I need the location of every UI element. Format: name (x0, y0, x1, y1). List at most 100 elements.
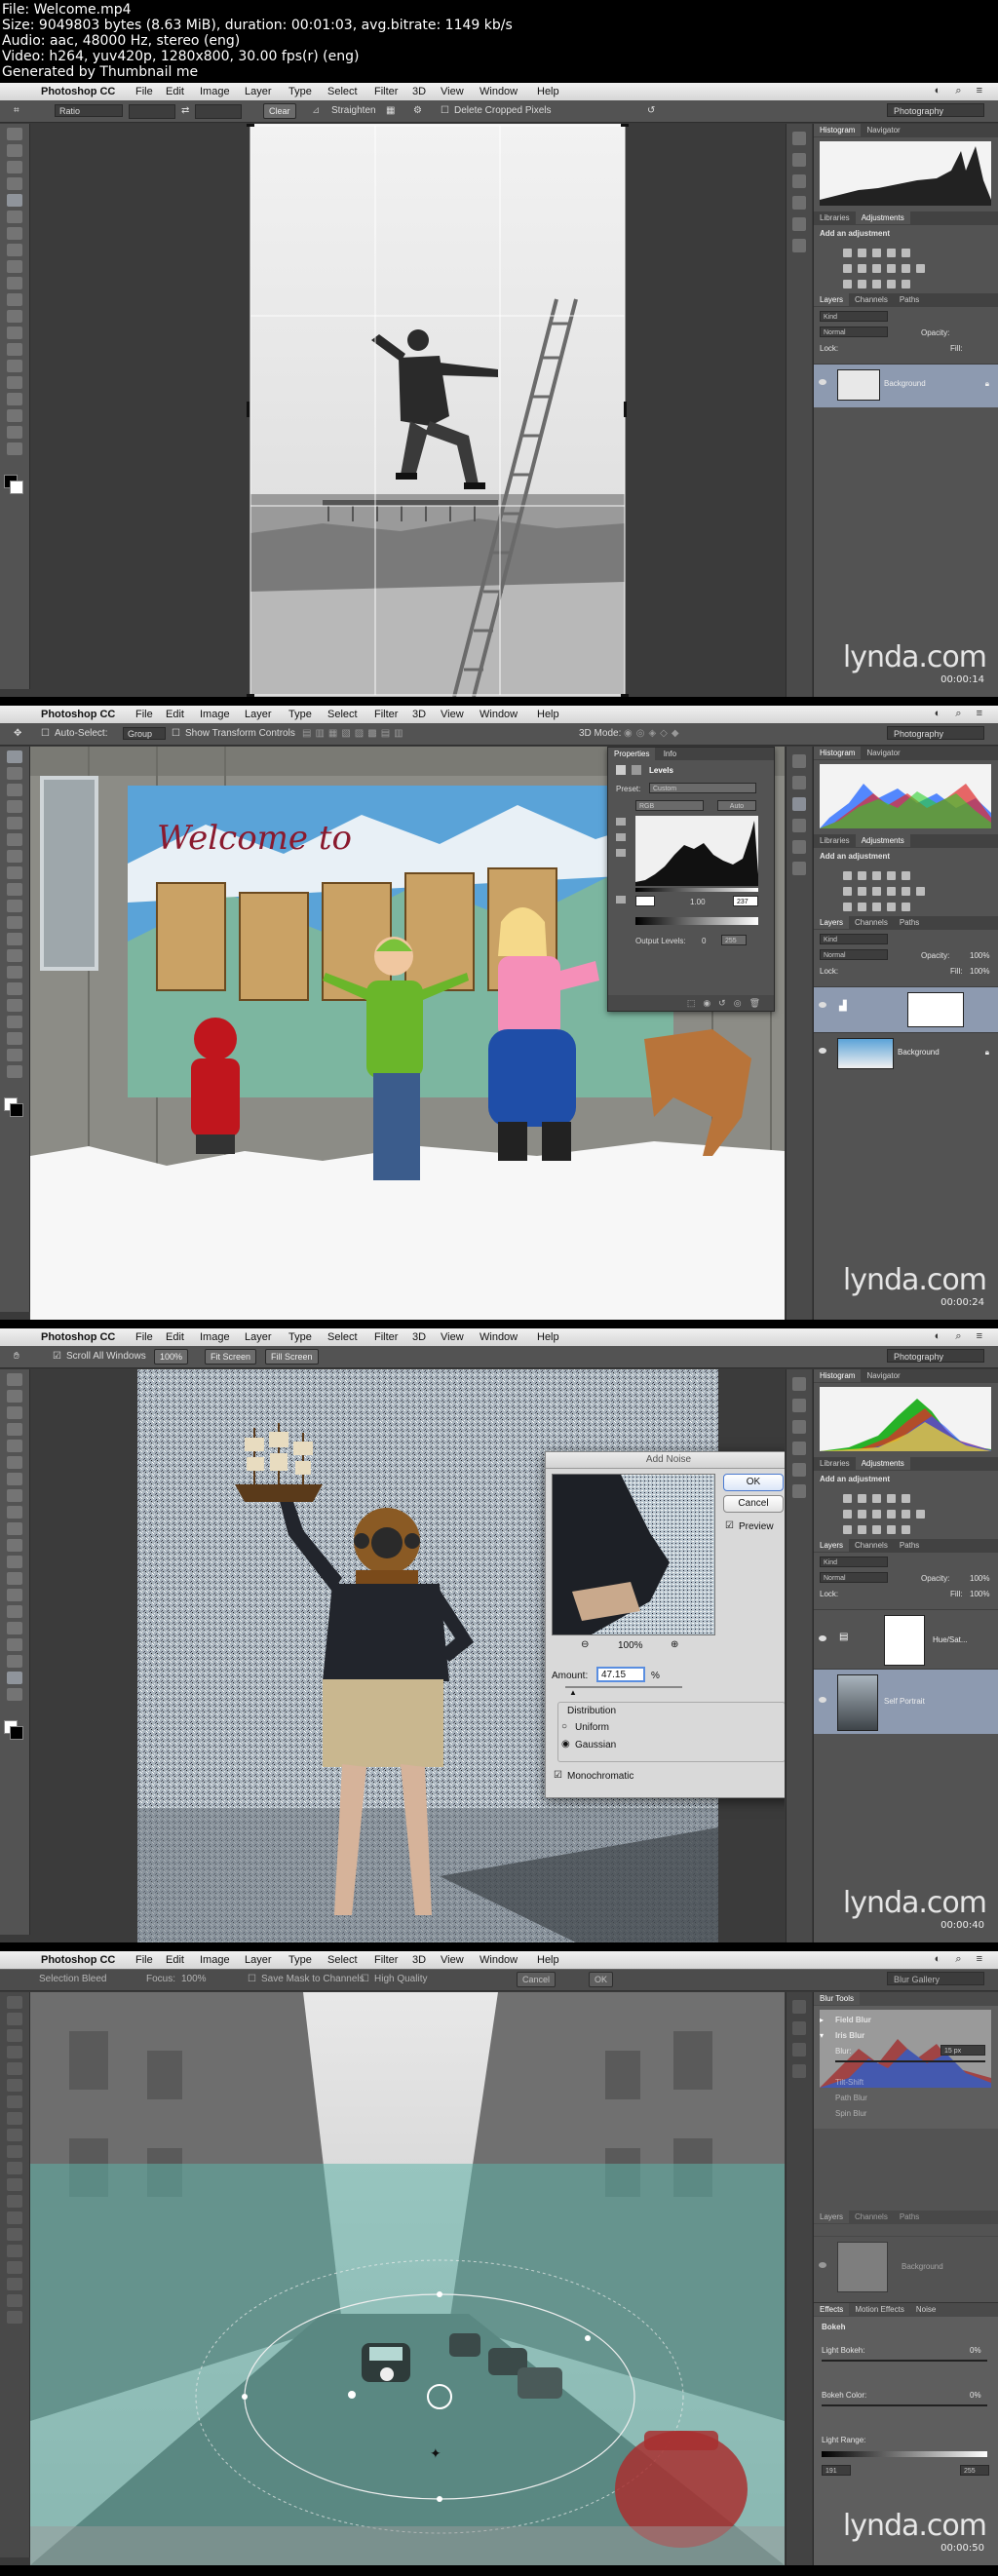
layer-row[interactable]: Background 🔒︎ (814, 364, 998, 407)
tab-channels[interactable]: Channels (849, 2211, 894, 2223)
history-panel-icon[interactable] (792, 1377, 806, 1391)
show-transform-checkbox[interactable]: ☐ (172, 728, 180, 739)
fill-screen-button[interactable]: Fill Screen (265, 1349, 319, 1365)
brush-panel-icon[interactable] (792, 1463, 806, 1477)
menu-select[interactable]: Select (327, 1954, 358, 1966)
align-icons[interactable]: ▤▥▦▧▨▩▤▥ (302, 728, 407, 739)
blur-tool-icon[interactable] (7, 2195, 22, 2208)
menu-help[interactable]: Help (537, 1954, 559, 1966)
auto-button[interactable]: Auto (717, 800, 756, 811)
history-panel-icon[interactable] (792, 754, 806, 768)
tab-paths[interactable]: Paths (894, 916, 925, 929)
menu-image[interactable]: Image (200, 1331, 230, 1343)
adjustment-icons-row-1[interactable] (843, 243, 916, 257)
tab-paths[interactable]: Paths (894, 293, 925, 306)
workspace-select[interactable]: Photography (887, 1349, 984, 1363)
menu-select[interactable]: Select (327, 86, 358, 97)
marquee-tool-icon[interactable] (7, 144, 22, 157)
dodge-tool-icon[interactable] (7, 2211, 22, 2224)
layer-kind-filter[interactable]: Kind (820, 311, 888, 322)
move-tool-icon[interactable] (7, 1996, 22, 2009)
adjustment-icons-row-1[interactable] (843, 865, 916, 880)
amount-slider-thumb[interactable]: ▲ (569, 1688, 577, 1697)
gray-point-eyedropper-icon[interactable] (616, 833, 626, 841)
marquee-tool-icon[interactable] (7, 767, 22, 780)
opacity-value[interactable]: 100% (970, 1574, 989, 1583)
actions-panel-icon[interactable] (792, 776, 806, 789)
info-panel-icon[interactable] (792, 1442, 806, 1455)
zoom-out-icon[interactable]: ⊖ (581, 1639, 589, 1650)
layer-row-background[interactable]: Background (814, 2236, 998, 2295)
hand-tool-icon[interactable] (7, 1049, 22, 1061)
document-canvas[interactable]: ✦ (30, 1992, 785, 2565)
crop-tool-icon[interactable] (7, 817, 22, 829)
dodge-tool-icon[interactable] (7, 343, 22, 356)
bokeh-color-slider[interactable] (822, 2404, 987, 2406)
menu-filter[interactable]: Filter (374, 86, 398, 97)
document-canvas[interactable]: Welcome to Properties Info Levels Preset… (30, 747, 785, 1320)
menu-file[interactable]: File (135, 86, 153, 97)
tab-adjustments[interactable]: Adjustments (855, 1457, 910, 1470)
tab-motion-effects[interactable]: Motion Effects (849, 2303, 910, 2316)
zoom-100-button[interactable]: 100% (154, 1349, 189, 1365)
history-brush-icon[interactable] (7, 277, 22, 289)
app-name[interactable]: Photoshop CC (41, 1954, 115, 1966)
input-black-field[interactable] (635, 896, 655, 906)
workspace-select[interactable]: Blur Gallery (887, 1972, 984, 1985)
healing-tool-icon[interactable] (7, 2095, 22, 2108)
app-name[interactable]: Photoshop CC (41, 709, 115, 720)
menu-view[interactable]: View (441, 709, 464, 720)
blur-tool-icon[interactable] (7, 949, 22, 962)
zoom-tool-icon[interactable] (7, 2311, 22, 2324)
hand-tool-active-icon[interactable] (7, 1672, 22, 1684)
cancel-button[interactable]: Cancel (517, 1972, 557, 1987)
field-blur-label[interactable]: Field Blur (835, 2016, 871, 2024)
brush-panel-icon[interactable] (792, 840, 806, 854)
auto-select-target[interactable]: Group (123, 727, 166, 740)
layer-kind-filter[interactable]: Kind (820, 934, 888, 944)
tab-histogram[interactable]: Histogram (814, 124, 862, 136)
character-panel-icon[interactable] (792, 239, 806, 252)
straighten-label[interactable]: Straighten (331, 105, 376, 116)
info-panel-icon[interactable] (792, 2064, 806, 2078)
shape-tool-icon[interactable] (7, 1655, 22, 1668)
tab-channels[interactable]: Channels (849, 916, 894, 929)
input-white-field[interactable]: 237 (733, 896, 758, 906)
menu-3d[interactable]: 3D (412, 1954, 426, 1966)
marquee-tool-icon[interactable] (7, 2013, 22, 2025)
blur-tool-icon[interactable] (7, 1572, 22, 1585)
blend-mode-select[interactable]: Normal (820, 1572, 888, 1583)
move-tool-icon[interactable] (7, 128, 22, 140)
quick-select-tool-icon[interactable] (7, 1423, 22, 1436)
eraser-tool-icon[interactable] (7, 916, 22, 929)
workspace-select[interactable]: Photography (887, 726, 984, 740)
marquee-tool-icon[interactable] (7, 1390, 22, 1403)
brush-tool-icon[interactable] (7, 244, 22, 256)
tab-layers[interactable]: Layers (814, 916, 850, 929)
menu-layer[interactable]: Layer (245, 709, 272, 720)
tab-layers[interactable]: Layers (814, 1539, 850, 1552)
layer-mask-thumbnail[interactable] (884, 1615, 925, 1666)
visibility-eye-icon[interactable] (819, 1697, 826, 1703)
adjustment-icons-row-3[interactable] (843, 274, 916, 288)
quick-select-tool-icon[interactable] (7, 800, 22, 813)
move-tool-icon[interactable] (7, 1373, 22, 1386)
shape-tool-icon[interactable] (7, 1032, 22, 1045)
shape-tool-icon[interactable] (7, 2278, 22, 2290)
type-tool-icon[interactable] (7, 2245, 22, 2257)
properties-panel-icon[interactable] (792, 174, 806, 188)
history-brush-icon[interactable] (7, 2145, 22, 2158)
quick-select-tool-icon[interactable] (7, 177, 22, 190)
menu-layer[interactable]: Layer (245, 1954, 272, 1966)
stamp-tool-icon[interactable] (7, 260, 22, 273)
amount-input[interactable]: 47.15 (596, 1667, 645, 1682)
gradient-tool-icon[interactable] (7, 1556, 22, 1568)
crop-tool-icon[interactable] (7, 1440, 22, 1452)
scroll-all-checkbox[interactable]: ☑ (53, 1351, 61, 1362)
menu-window[interactable]: Window (480, 86, 518, 97)
focus-value[interactable]: 100% (181, 1974, 207, 1984)
reset-icon[interactable]: ↺ (647, 105, 655, 116)
save-mask-checkbox[interactable]: ☐ (248, 1974, 256, 1984)
ratio-select[interactable]: Ratio (55, 104, 123, 117)
document-canvas[interactable] (30, 124, 785, 697)
